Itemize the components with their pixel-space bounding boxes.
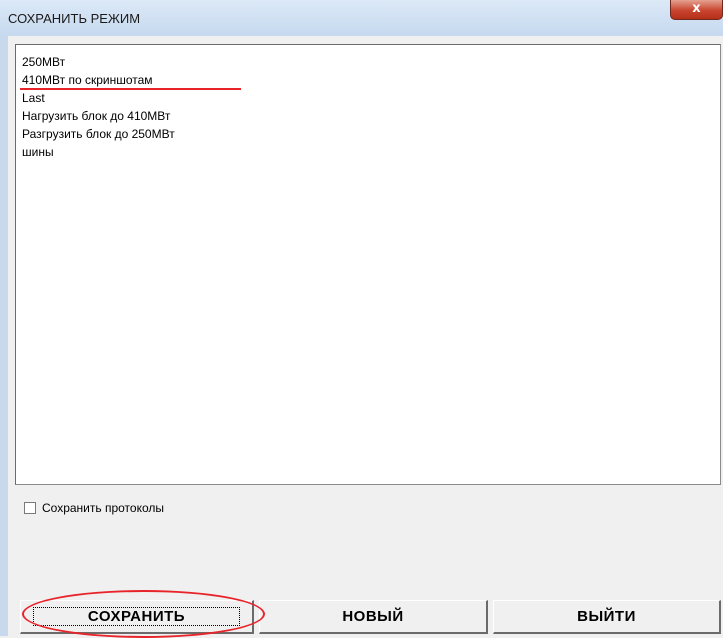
- close-icon: x: [692, 1, 701, 16]
- list-item[interactable]: шины: [22, 145, 54, 160]
- close-button[interactable]: x: [670, 0, 723, 20]
- list-item[interactable]: Last: [22, 91, 45, 106]
- modes-listbox[interactable]: 250МВт 410МВт по скриншотам Last Нагрузи…: [15, 44, 721, 485]
- title-bar: СОХРАНИТЬ РЕЖИМ x: [0, 0, 723, 36]
- window-frame-left: [0, 36, 8, 636]
- list-item[interactable]: Разгрузить блок до 250МВт: [22, 127, 175, 142]
- save-button-label: СОХРАНИТЬ: [87, 608, 186, 625]
- new-button-label: НОВЫЙ: [342, 608, 404, 625]
- exit-button[interactable]: ВЫЙТИ: [493, 600, 721, 634]
- exit-button-label: ВЫЙТИ: [577, 608, 636, 625]
- save-button[interactable]: СОХРАНИТЬ: [20, 600, 254, 634]
- list-item[interactable]: Нагрузить блок до 410МВт: [22, 109, 170, 124]
- save-protocols-checkbox[interactable]: [24, 502, 36, 514]
- list-item[interactable]: 250МВт: [22, 55, 65, 70]
- window-title: СОХРАНИТЬ РЕЖИМ: [8, 11, 141, 26]
- new-button[interactable]: НОВЫЙ: [259, 600, 488, 634]
- save-protocols-label: Сохранить протоколы: [42, 501, 165, 515]
- list-item[interactable]: 410МВт по скриншотам: [22, 73, 153, 88]
- annotation-underline: [20, 88, 241, 90]
